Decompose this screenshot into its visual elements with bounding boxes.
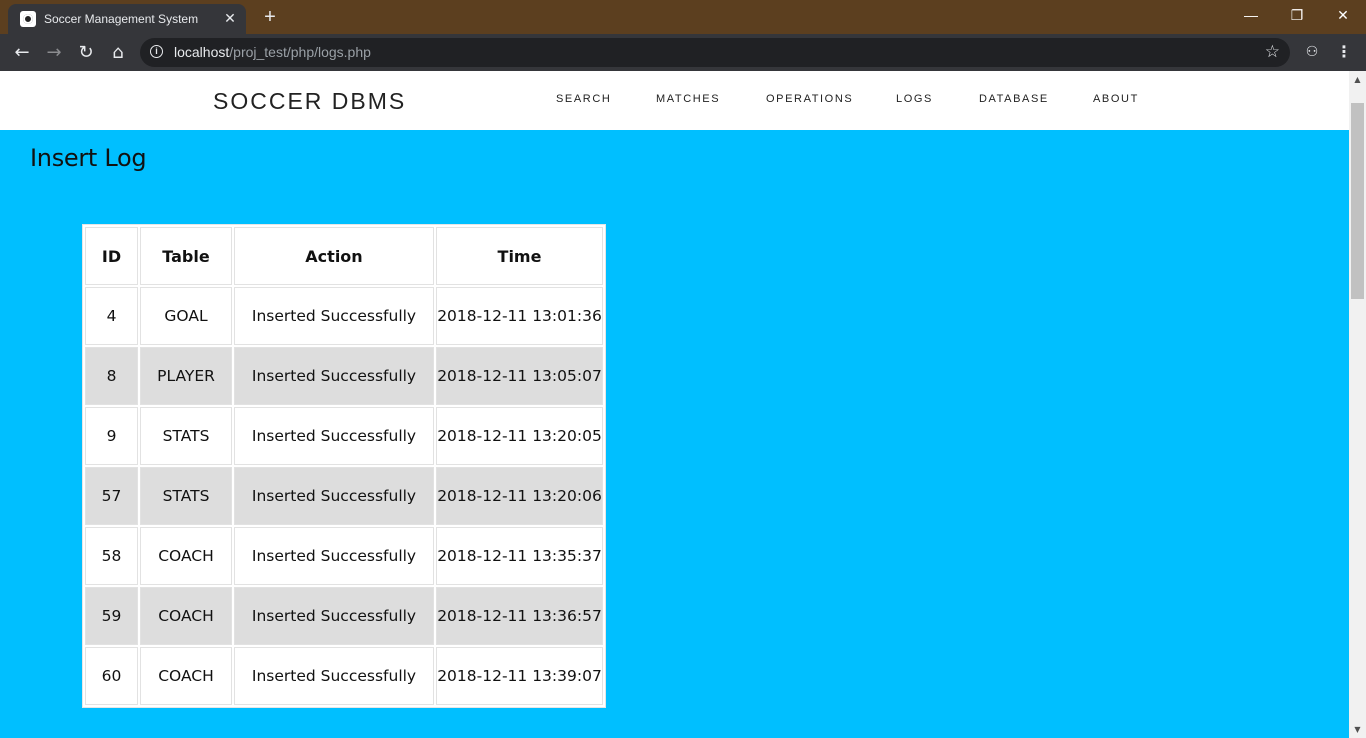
page-scrollbar[interactable]: ▲ ▼ [1349,71,1366,738]
forward-arrow-icon[interactable]: → [41,40,67,66]
cell-id: 4 [85,287,138,345]
table-row: 4 GOAL Inserted Successfully 2018-12-11 … [85,287,603,345]
column-header-table: Table [140,227,232,285]
nav-item-logs[interactable]: LOGS [896,93,933,105]
column-header-id: ID [85,227,138,285]
column-header-action: Action [234,227,434,285]
minimize-button[interactable]: — [1228,0,1274,30]
new-tab-button[interactable]: + [258,6,282,28]
page-title: Insert Log [30,144,147,172]
tab-title: Soccer Management System [44,12,199,26]
cell-time: 2018-12-11 13:39:07 [436,647,603,705]
nav-item-matches[interactable]: MATCHES [656,93,720,105]
address-bar[interactable]: i localhost/proj_test/php/logs.php ☆ [140,38,1290,67]
cell-table: COACH [140,587,232,645]
cell-table: STATS [140,467,232,525]
cell-action: Inserted Successfully [234,467,434,525]
info-icon[interactable]: i [150,45,163,58]
cell-table: STATS [140,407,232,465]
cell-time: 2018-12-11 13:35:37 [436,527,603,585]
browser-title-bar: Soccer Management System ✕ + — ❐ ✕ [0,0,1366,34]
nav-item-about[interactable]: ABOUT [1093,93,1139,105]
cell-table: COACH [140,527,232,585]
nav-item-operations[interactable]: OPERATIONS [766,93,853,105]
table-row: 58 COACH Inserted Successfully 2018-12-1… [85,527,603,585]
cell-time: 2018-12-11 13:05:07 [436,347,603,405]
scroll-down-arrow-icon[interactable]: ▼ [1349,721,1366,738]
cell-action: Inserted Successfully [234,647,434,705]
bookmark-star-icon[interactable]: ☆ [1265,41,1280,63]
table-header-row: ID Table Action Time [85,227,603,285]
cell-table: COACH [140,647,232,705]
nav-item-search[interactable]: SEARCH [556,93,611,105]
cell-time: 2018-12-11 13:01:36 [436,287,603,345]
cell-action: Inserted Successfully [234,407,434,465]
table-row: 57 STATS Inserted Successfully 2018-12-1… [85,467,603,525]
tab-close-icon[interactable]: ✕ [220,9,240,29]
insert-log-table: ID Table Action Time 4 GOAL Inserted Suc… [82,224,606,708]
cell-id: 59 [85,587,138,645]
restore-button[interactable]: ❐ [1274,0,1320,30]
cell-time: 2018-12-11 13:20:05 [436,407,603,465]
column-header-time: Time [436,227,603,285]
extension-icon[interactable]: ⚇ [1300,40,1324,64]
page-viewport: SOCCER DBMS SEARCH MATCHES OPERATIONS LO… [0,71,1349,738]
menu-dots-icon[interactable]: ⋮ [1334,40,1354,64]
cell-id: 58 [85,527,138,585]
browser-toolbar: ← → ↻ ⌂ i localhost/proj_test/php/logs.p… [0,34,1366,71]
table-row: 8 PLAYER Inserted Successfully 2018-12-1… [85,347,603,405]
scroll-thumb[interactable] [1351,103,1364,299]
cell-time: 2018-12-11 13:36:57 [436,587,603,645]
table-row: 59 COACH Inserted Successfully 2018-12-1… [85,587,603,645]
cell-id: 60 [85,647,138,705]
cell-id: 9 [85,407,138,465]
table-row: 9 STATS Inserted Successfully 2018-12-11… [85,407,603,465]
site-nav: SEARCH MATCHES OPERATIONS LOGS DATABASE … [0,93,1349,109]
scroll-up-arrow-icon[interactable]: ▲ [1349,71,1366,88]
cell-action: Inserted Successfully [234,287,434,345]
cell-table: GOAL [140,287,232,345]
site-header: SOCCER DBMS SEARCH MATCHES OPERATIONS LO… [0,71,1349,130]
reload-icon[interactable]: ↻ [73,40,99,66]
home-icon[interactable]: ⌂ [105,40,131,66]
nav-item-database[interactable]: DATABASE [979,93,1049,105]
close-window-button[interactable]: ✕ [1320,0,1366,30]
browser-tab[interactable]: Soccer Management System ✕ [8,4,246,34]
url-text: localhost/proj_test/php/logs.php [174,44,371,60]
cell-id: 57 [85,467,138,525]
table-row: 60 COACH Inserted Successfully 2018-12-1… [85,647,603,705]
soccer-ball-icon [20,11,36,27]
cell-action: Inserted Successfully [234,347,434,405]
cell-action: Inserted Successfully [234,527,434,585]
cell-action: Inserted Successfully [234,587,434,645]
cell-id: 8 [85,347,138,405]
back-arrow-icon[interactable]: ← [9,40,35,66]
cell-time: 2018-12-11 13:20:06 [436,467,603,525]
cell-table: PLAYER [140,347,232,405]
